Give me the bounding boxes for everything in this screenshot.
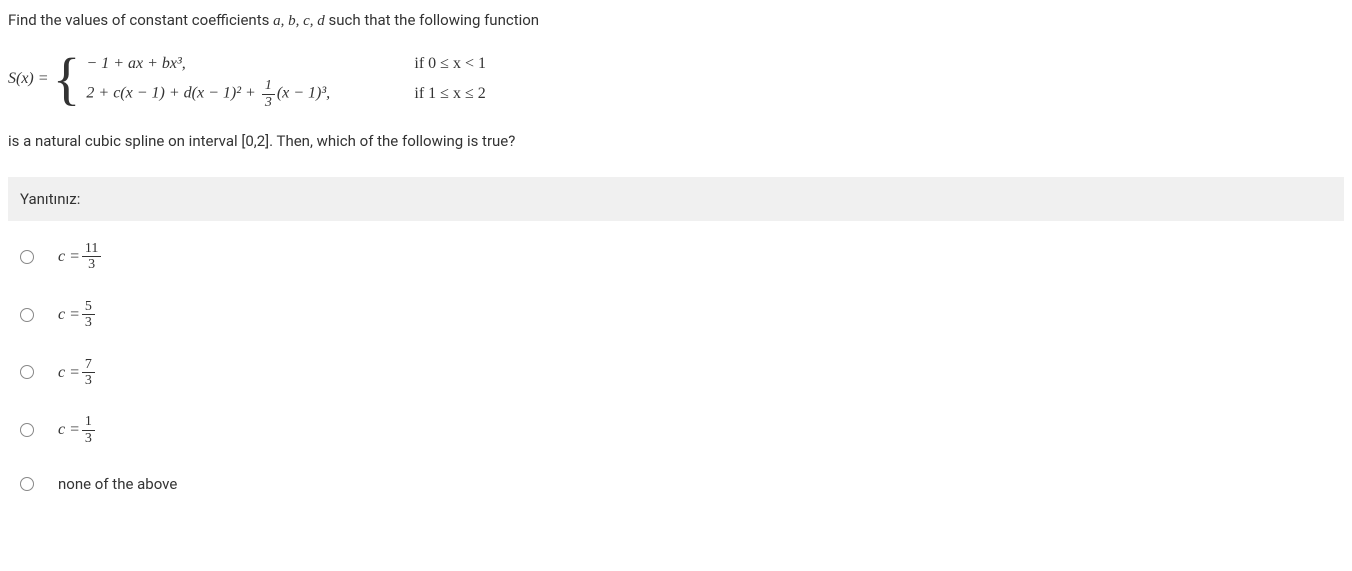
radio-icon <box>20 365 34 379</box>
left-brace: { <box>53 49 81 109</box>
case2-formula: 2 + c(x − 1) + d(x − 1)² + 13(x − 1)³, <box>86 78 406 110</box>
option-3-fraction: 7 3 <box>82 357 95 389</box>
formula-block: S(x) = { − 1 + ax + bx³, if 0 ≤ x < 1 2 … <box>8 49 1344 109</box>
option-4[interactable]: c = 1 3 <box>20 414 1344 446</box>
radio-icon <box>20 423 34 437</box>
answer-header: Yanıtınız: <box>8 177 1344 221</box>
question-intro: Find the values of constant coefficients… <box>8 8 1344 33</box>
case2-condition: if 1 ≤ x ≤ 2 <box>414 81 485 107</box>
option-5-label: none of the above <box>58 472 177 496</box>
radio-icon <box>20 250 34 264</box>
sx-label: S(x) = <box>8 66 49 92</box>
option-5[interactable]: none of the above <box>20 472 1344 496</box>
case2-fraction: 13 <box>262 78 275 110</box>
option-1-fraction: 11 3 <box>82 241 101 273</box>
option-1-label: c = 11 3 <box>58 241 103 273</box>
option-3[interactable]: c = 7 3 <box>20 357 1344 389</box>
question-closing: is a natural cubic spline on interval [0… <box>8 129 1344 153</box>
option-2-label: c = 5 3 <box>58 299 97 331</box>
case-row-1: − 1 + ax + bx³, if 0 ≤ x < 1 <box>86 49 486 79</box>
radio-icon <box>20 477 34 491</box>
option-2-fraction: 5 3 <box>82 299 95 331</box>
option-4-fraction: 1 3 <box>82 414 95 446</box>
intro-text-after: such that the following function <box>325 11 539 29</box>
case1-condition: if 0 ≤ x < 1 <box>414 51 486 77</box>
cases: − 1 + ax + bx³, if 0 ≤ x < 1 2 + c(x − 1… <box>86 49 486 109</box>
cases-wrapper: { − 1 + ax + bx³, if 0 ≤ x < 1 2 + c(x −… <box>53 49 486 109</box>
case1-formula: − 1 + ax + bx³, <box>86 51 406 77</box>
options-list: c = 11 3 c = 5 3 c = 7 3 c <box>8 241 1344 496</box>
intro-vars: a, b, c, d <box>273 13 325 29</box>
intro-text-before: Find the values of constant coefficients <box>8 11 273 29</box>
case-row-2: 2 + c(x − 1) + d(x − 1)² + 13(x − 1)³, i… <box>86 79 486 109</box>
option-4-label: c = 1 3 <box>58 414 97 446</box>
option-1[interactable]: c = 11 3 <box>20 241 1344 273</box>
radio-icon <box>20 308 34 322</box>
option-3-label: c = 7 3 <box>58 357 97 389</box>
option-2[interactable]: c = 5 3 <box>20 299 1344 331</box>
